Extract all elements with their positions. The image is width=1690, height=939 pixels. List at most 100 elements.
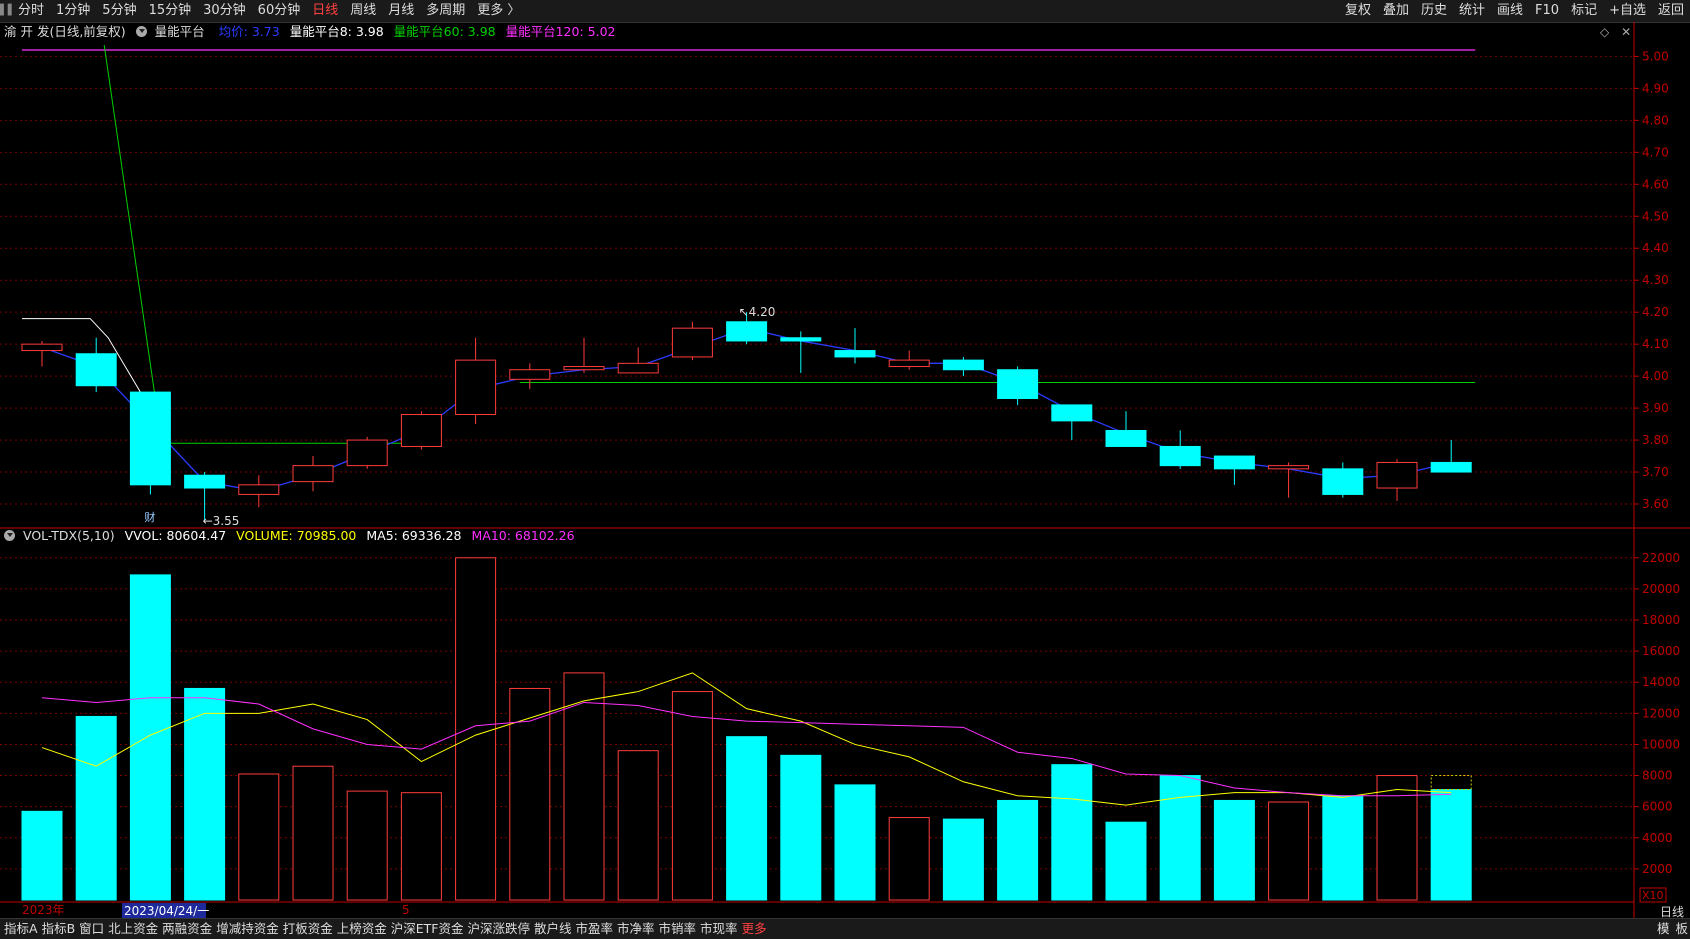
volume-bar [184,687,226,901]
price-tick-label: 4.10 [1642,337,1669,351]
volume-bar [129,574,171,901]
candle-body [1430,461,1472,473]
bottom-tab[interactable]: 市现率 [700,921,738,936]
volume-indicator-name[interactable]: VOL-TDX(5,10) [23,528,115,543]
candle-body [346,439,388,467]
bottom-tab[interactable]: 北上资金 [108,921,158,936]
volume-bar [1213,799,1255,901]
volume-bar [455,557,497,901]
volume-bar [1051,764,1093,901]
volume-menu-icon[interactable] [4,530,15,541]
bottom-tab[interactable]: 沪深ETF资金 [391,921,464,936]
volume-tick-label: 4000 [1642,831,1673,845]
bottom-tab[interactable]: 市盈率 [576,921,614,936]
candle-body [455,359,497,415]
candle-body [1322,468,1364,495]
price-tick-label: 4.20 [1642,305,1669,319]
candle-body [1105,429,1147,447]
volume-bar [1430,789,1472,901]
bottom-tab[interactable]: 散户线 [534,921,572,936]
volume-bar [346,790,388,901]
price-tick-label: 4.60 [1642,177,1669,191]
indicator-value: 量能平台60: 3.98 [393,24,496,39]
candle-body [780,337,822,342]
volume-bar [997,799,1039,901]
candle-body [1159,445,1201,467]
bottom-tab[interactable]: 市净率 [617,921,655,936]
volume-tick-label: 14000 [1642,675,1680,689]
volume-bar [726,736,768,901]
price-tick-label: 4.40 [1642,241,1669,255]
period-label: 日线 [1659,905,1684,919]
volume-values: VVOL: 80604.47 VOLUME: 70985.00 MA5: 69336… [125,528,585,543]
volume-bar [1322,795,1364,901]
volume-value: VOLUME: 70985.00 [236,528,357,543]
vvol-projection [1430,775,1472,791]
candle-body [1376,461,1418,489]
volume-tick-label: 22000 [1642,551,1680,565]
bottom-tab[interactable]: 更多 [742,921,767,936]
volume-bar [21,810,63,901]
volume-bar [617,750,659,901]
volume-tick-label: 12000 [1642,706,1680,720]
price-tick-label: 4.90 [1642,81,1669,95]
price-tick-label: 4.30 [1642,273,1669,287]
candle-body [129,391,171,486]
volume-tick-label: 16000 [1642,644,1680,658]
candle-body [400,413,442,447]
platform-60-history-line [103,44,422,444]
candle-body [888,359,930,368]
stock-title: 渝 开 发(日线,前复权) [4,24,126,39]
volume-tick-label: 18000 [1642,613,1680,627]
bottom-tab[interactable]: 窗口 [79,921,104,936]
high-annotation: ↖4.20 [739,305,776,319]
indicator-value: 均价: 3.73 [218,24,280,39]
volume-bar [780,754,822,901]
volume-panel-header: VOL-TDX(5,10) VVOL: 80604.47 VOLUME: 7098… [4,527,585,545]
candle-body [1051,404,1093,422]
volume-value: VVOL: 80604.47 [124,528,227,543]
candle-body [563,366,605,371]
candle-body [1268,465,1310,470]
price-tick-label: 3.80 [1642,433,1669,447]
candle-body [509,369,551,380]
candle-body [238,484,280,495]
bottom-tab[interactable]: 上榜资金 [337,921,387,936]
price-tick-label: 3.60 [1642,497,1669,511]
bottom-right-item[interactable]: 板 [1675,921,1688,936]
bottom-tab[interactable]: 市销率 [659,921,697,936]
price-panel-header: 渝 开 发(日线,前复权) 量能平台 均价: 3.73 量能平台8: 3.98 量能… [4,23,626,41]
candle-body [292,465,334,483]
panel-controls: ◇ ✕ [1600,25,1631,39]
bottom-tab[interactable]: 沪深涨跌停 [467,921,530,936]
bottom-tabs: 指标A 指标B 窗口 北上资金 两融资金 增减持资金 打板资金 上榜资金 沪深ETF资金 沪深涨跌… [4,919,771,939]
close-icon[interactable]: ✕ [1621,25,1631,39]
bottom-tab[interactable]: 打板资金 [283,921,333,936]
finance-marker: 财 [144,510,155,524]
indicator-menu-icon[interactable] [135,26,147,37]
bottom-tab[interactable]: 指标A [4,921,38,936]
candle-body [617,362,659,374]
volume-bar [400,792,442,901]
candle-body [184,474,226,489]
volume-bar [1105,821,1147,901]
volume-value: MA5: 69336.28 [366,528,462,543]
bottom-tab[interactable]: 指标B [42,921,76,936]
price-tick-label: 4.50 [1642,209,1669,223]
volume-bar [888,817,930,901]
vol-unit-label: X10 [1642,889,1664,902]
bottom-right-item[interactable]: 模 [1657,921,1670,936]
volume-bar [509,687,551,901]
candle-body [21,343,63,352]
bottom-tab[interactable]: 两融资金 [162,921,212,936]
price-tick-label: 5.00 [1642,49,1669,63]
bottom-tab[interactable]: 增减持资金 [216,921,279,936]
indicator-name[interactable]: 量能平台 [155,24,205,39]
low-annotation: ←3.55 [203,514,240,528]
diamond-icon[interactable]: ◇ [1600,25,1609,39]
stock-chart[interactable]: 3.60 3.70 3.80 3.90 4.00 4.10 4.20 4.30 4.40 4.50… [0,0,1690,938]
date-cursor-label: 2023/04/24/一 [124,904,209,918]
candle-body [671,327,713,358]
volume-bar [1159,775,1201,901]
price-tick-label: 4.80 [1642,113,1669,127]
